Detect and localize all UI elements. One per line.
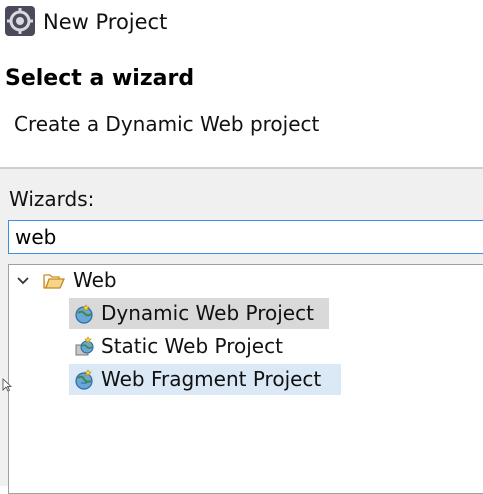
window-title: New Project: [43, 10, 168, 34]
static-web-project-icon: [75, 336, 94, 356]
wizard-tree[interactable]: Web Dynamic Web Project Static Web Proje…: [8, 264, 483, 494]
tree-item-dynamic-web-project[interactable]: Dynamic Web Project: [69, 298, 329, 329]
tree-category-web[interactable]: Web: [9, 265, 209, 296]
tree-item-label: Web Fragment Project: [101, 367, 322, 391]
eclipse-gear-icon: [5, 6, 35, 36]
dynamic-web-project-icon: [75, 304, 93, 324]
chevron-down-icon[interactable]: [16, 274, 30, 288]
wizard-body: Wizards: Web Dynamic Web Project: [0, 169, 483, 494]
wizard-filter-input[interactable]: [8, 220, 483, 254]
tree-item-static-web-project[interactable]: Static Web Project: [69, 331, 329, 362]
page-heading: Select a wizard: [5, 66, 195, 91]
mouse-pointer-icon: [2, 378, 12, 392]
wizard-header: Select a wizard Create a Dynamic Web pro…: [0, 44, 483, 169]
tree-item-label: Dynamic Web Project: [101, 301, 314, 325]
title-bar: New Project: [0, 0, 483, 44]
tree-item-label: Static Web Project: [101, 334, 283, 358]
web-fragment-project-icon: [75, 369, 93, 390]
tree-category-label: Web: [73, 268, 117, 292]
page-description: Create a Dynamic Web project: [14, 112, 320, 136]
folder-open-icon: [43, 274, 65, 289]
wizards-label: Wizards:: [9, 187, 95, 211]
tree-item-web-fragment-project[interactable]: Web Fragment Project: [69, 364, 341, 395]
